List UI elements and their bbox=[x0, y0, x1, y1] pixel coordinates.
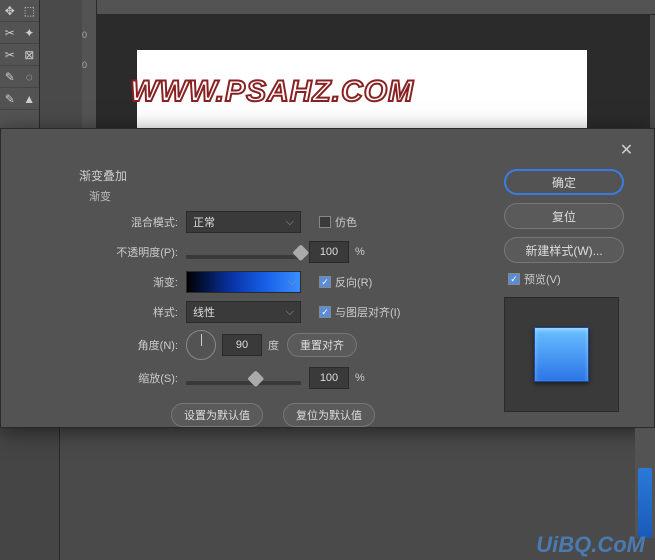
angle-unit: 度 bbox=[268, 337, 279, 353]
scale-slider[interactable] bbox=[186, 381, 301, 385]
angle-dial[interactable] bbox=[186, 330, 216, 360]
blend-mode-label: 混合模式: bbox=[101, 214, 186, 230]
preview-label: 预览(V) bbox=[524, 271, 561, 287]
brush-tool-icon[interactable]: ✎ bbox=[0, 88, 20, 110]
opacity-unit: % bbox=[355, 246, 365, 258]
scale-unit: % bbox=[355, 372, 365, 384]
preview-swatch bbox=[504, 297, 619, 412]
style-select[interactable]: 线性 bbox=[186, 301, 301, 323]
patch-tool-icon[interactable]: ◌ bbox=[20, 66, 40, 88]
vertical-ruler: 0 0 bbox=[82, 0, 97, 130]
reset-align-button[interactable]: 重置对齐 bbox=[287, 333, 357, 357]
align-label: 与图层对齐(I) bbox=[335, 304, 400, 320]
reset-default-button[interactable]: 复位为默认值 bbox=[283, 403, 375, 427]
dialog-right-panel: 确定 复位 新建样式(W)... 预览(V) bbox=[504, 169, 639, 412]
scale-label: 缩放(S): bbox=[101, 370, 186, 386]
opacity-input[interactable] bbox=[309, 241, 349, 263]
gradient-label: 渐变: bbox=[101, 274, 186, 290]
close-icon[interactable]: ✕ bbox=[614, 137, 639, 162]
left-toolbar: ✥⬚ ✂✦ ✂⊠ ✎◌ ✎▲ bbox=[0, 0, 40, 130]
stamp-tool-icon[interactable]: ▲ bbox=[20, 88, 40, 110]
reverse-label: 反向(R) bbox=[335, 274, 372, 290]
gradient-subtitle: 渐变 bbox=[89, 188, 127, 204]
reverse-checkbox[interactable] bbox=[319, 276, 331, 288]
gradient-overlay-title: 渐变叠加 bbox=[79, 167, 127, 184]
slice-tool-icon[interactable]: ⊠ bbox=[20, 44, 40, 66]
ok-button[interactable]: 确定 bbox=[504, 169, 624, 195]
lasso-tool-icon[interactable]: ✂ bbox=[0, 22, 20, 44]
form-area: 混合模式: 正常 仿色 不透明度(P): % 渐变: 反向(R) 样式: 线性 bbox=[101, 207, 461, 427]
gradient-row: 渐变: 反向(R) bbox=[101, 267, 461, 297]
opacity-label: 不透明度(P): bbox=[101, 244, 186, 260]
bottom-watermark: UiBQ.CoM bbox=[536, 532, 645, 558]
angle-input[interactable] bbox=[222, 334, 262, 356]
layer-style-dialog: ✕ 渐变叠加 渐变 混合模式: 正常 仿色 不透明度(P): % 渐变: 反向(… bbox=[0, 128, 655, 428]
horizontal-ruler bbox=[97, 0, 655, 15]
blend-mode-row: 混合模式: 正常 仿色 bbox=[101, 207, 461, 237]
preview-square bbox=[534, 327, 589, 382]
set-default-button[interactable]: 设置为默认值 bbox=[171, 403, 263, 427]
angle-label: 角度(N): bbox=[101, 337, 186, 353]
opacity-row: 不透明度(P): % bbox=[101, 237, 461, 267]
right-scrollbar[interactable] bbox=[635, 428, 655, 538]
canvas bbox=[97, 15, 650, 130]
dither-checkbox[interactable] bbox=[319, 216, 331, 228]
cancel-button[interactable]: 复位 bbox=[504, 203, 624, 229]
marquee-tool-icon[interactable]: ⬚ bbox=[20, 0, 40, 22]
new-style-button[interactable]: 新建样式(W)... bbox=[504, 237, 624, 263]
angle-row: 角度(N): 度 重置对齐 bbox=[101, 327, 461, 363]
wand-tool-icon[interactable]: ✦ bbox=[20, 22, 40, 44]
scroll-thumb[interactable] bbox=[638, 468, 652, 538]
move-tool-icon[interactable]: ✥ bbox=[0, 0, 20, 22]
scale-input[interactable] bbox=[309, 367, 349, 389]
blend-mode-select[interactable]: 正常 bbox=[186, 211, 301, 233]
style-label: 样式: bbox=[101, 304, 186, 320]
gradient-picker[interactable] bbox=[186, 271, 301, 293]
dither-label: 仿色 bbox=[335, 214, 357, 230]
align-checkbox[interactable] bbox=[319, 306, 331, 318]
opacity-slider[interactable] bbox=[186, 255, 301, 259]
style-row: 样式: 线性 与图层对齐(I) bbox=[101, 297, 461, 327]
scale-row: 缩放(S): % bbox=[101, 363, 461, 393]
eyedropper-tool-icon[interactable]: ✎ bbox=[0, 66, 20, 88]
watermark-text: WWW.PSAHZ.COM bbox=[130, 75, 414, 109]
crop-tool-icon[interactable]: ✂ bbox=[0, 44, 20, 66]
preview-checkbox[interactable] bbox=[508, 273, 520, 285]
